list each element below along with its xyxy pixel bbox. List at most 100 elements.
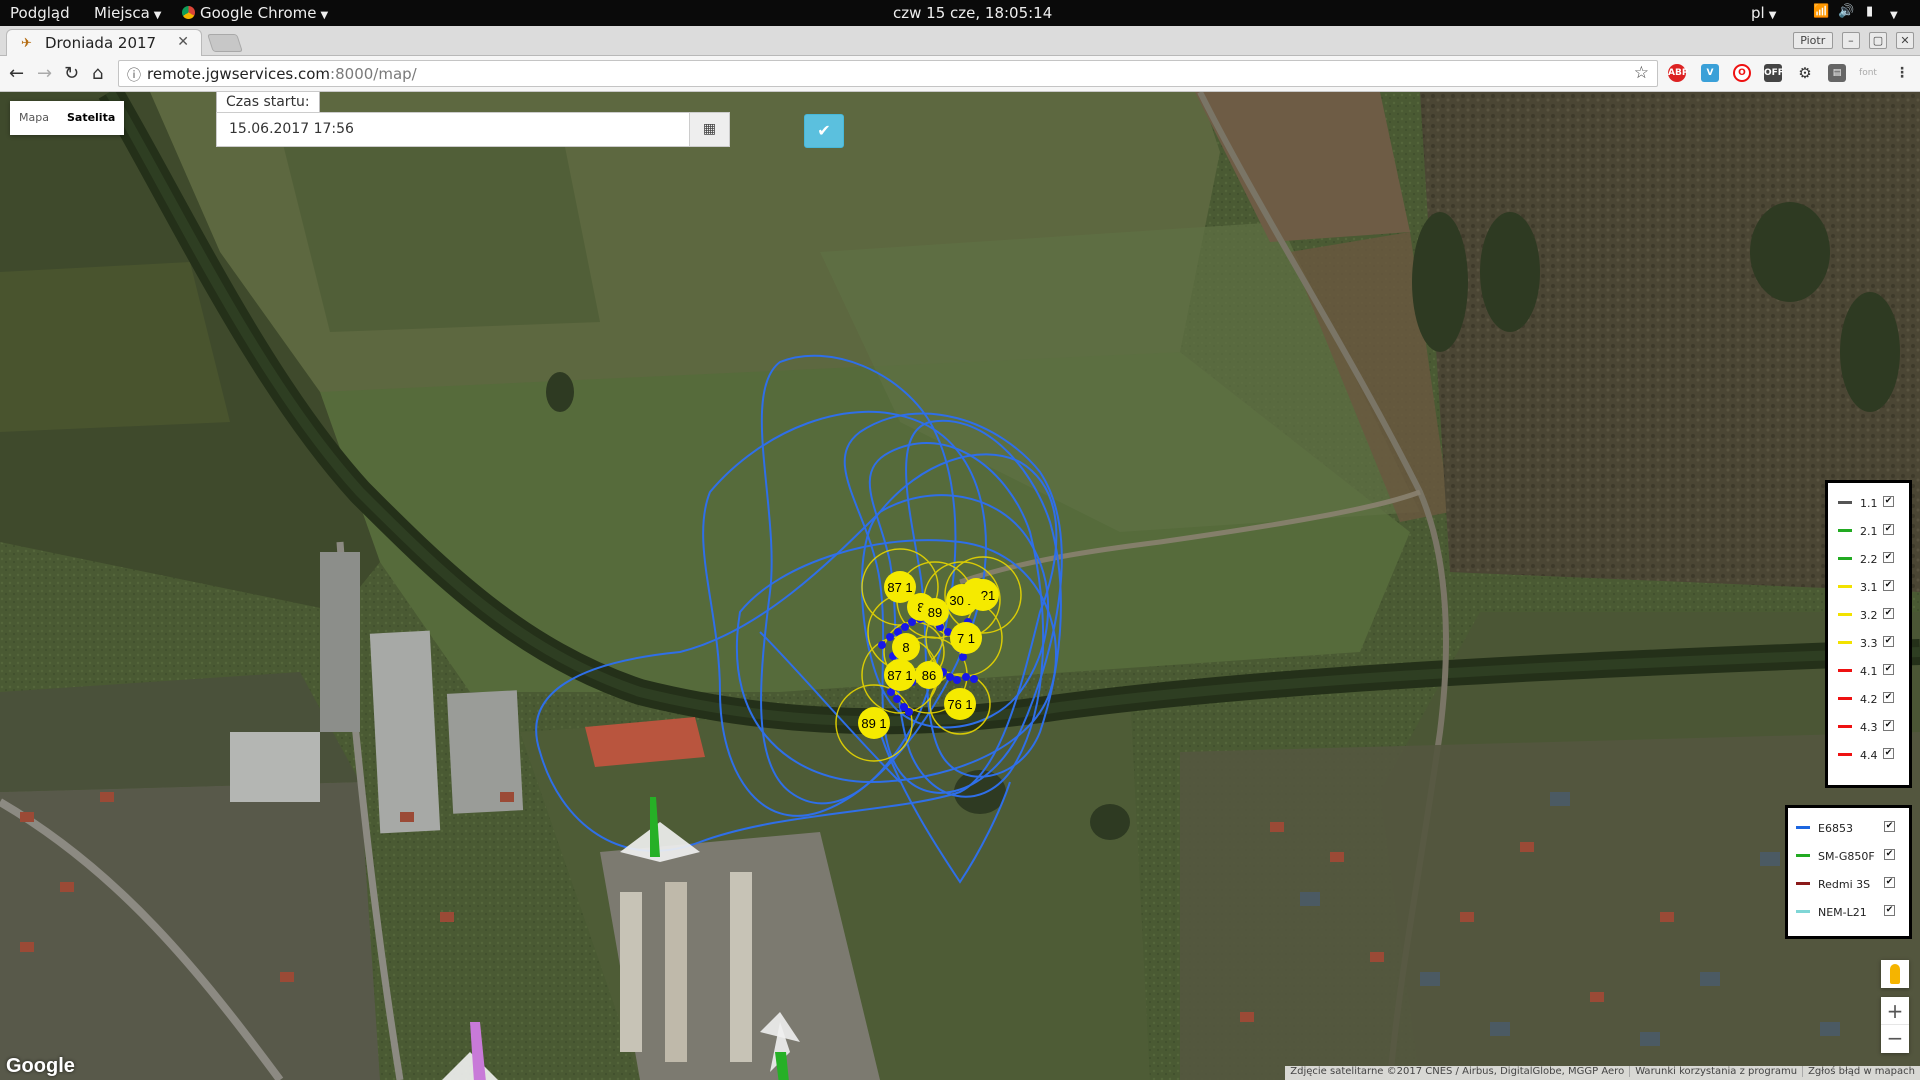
flight-track (535, 453, 1058, 852)
drone-color-swatch (1838, 753, 1852, 756)
device-row: SM-G850F ✔ (1788, 842, 1909, 870)
zoom-in-button[interactable]: + (1881, 997, 1909, 1025)
drone-marker-label: 87 1 (887, 668, 912, 683)
system-top-bar: Podgląd Miejsca ▼ Google Chrome ▼ czw 15 c… (0, 0, 1920, 26)
adblock-icon[interactable]: ABP (1668, 64, 1688, 82)
settings-gear-icon[interactable]: ⚙ (1796, 64, 1814, 82)
map-type-satelita-button[interactable]: Satelita (58, 101, 124, 135)
drone-label: 3.1 (1860, 581, 1878, 594)
activities-button[interactable]: Podgląd (10, 4, 70, 22)
map-type-mapa-button[interactable]: Mapa (10, 101, 58, 135)
profile-button[interactable]: Piotr (1792, 32, 1833, 49)
drone-color-swatch (1838, 557, 1852, 560)
bookmark-star-icon[interactable]: ☆ (1634, 63, 1649, 83)
drone-marker-label: 87 1 (887, 580, 912, 595)
v-extension-icon[interactable]: V (1701, 64, 1719, 82)
drone-label: 2.2 (1860, 553, 1878, 566)
places-label: Miejsca (94, 4, 150, 22)
volume-icon[interactable]: 🔊 (1838, 4, 1854, 19)
zoom-out-button[interactable]: − (1881, 1025, 1909, 1053)
chrome-menu-icon[interactable]: ⋮ (1893, 64, 1911, 82)
confirm-button[interactable]: ✔ (804, 114, 844, 148)
map-canvas[interactable]: 87 1 8 89 30 1 3? ?1 87 1 86 76 1 89 1 7… (0, 92, 1920, 1080)
report-error-link[interactable]: Zgłoś błąd w mapach (1802, 1066, 1920, 1077)
wifi-icon[interactable]: 📶 (1813, 4, 1829, 19)
close-window-icon[interactable]: ✕ (1896, 32, 1914, 49)
drone-marker[interactable]: 76 1 (944, 688, 976, 720)
chevron-down-icon: ▼ (320, 10, 329, 21)
drone-marker[interactable]: 7 1 (950, 622, 982, 654)
maximize-icon[interactable]: ▢ (1868, 32, 1887, 49)
grid-extension-icon[interactable]: ▤ (1828, 64, 1846, 82)
clock[interactable]: czw 15 cze, 18:05:14 (893, 4, 1052, 22)
device-color-swatch (1796, 910, 1810, 913)
font-extension-icon[interactable]: font (1859, 64, 1877, 82)
drone-checkbox[interactable]: ✔ (1883, 692, 1894, 703)
app-menu[interactable]: Google Chrome ▼ (182, 4, 328, 22)
close-icon[interactable]: ✕ (177, 34, 189, 50)
back-arrow-icon[interactable]: ← (9, 63, 24, 84)
places-menu[interactable]: Miejsca ▼ (94, 4, 161, 22)
drone-row: 3.2 ✔ (1828, 601, 1909, 629)
drone-marker[interactable]: ?1 (967, 579, 999, 611)
tab-droniada[interactable]: ✈ Droniada 2017 ✕ (6, 29, 202, 57)
battery-icon[interactable]: ▮ (1866, 4, 1873, 19)
drone-marker[interactable]: 86 (915, 661, 943, 689)
device-checkbox[interactable]: ✔ (1884, 877, 1895, 888)
drone-marker[interactable]: 89 (921, 598, 949, 626)
new-tab-button[interactable] (207, 34, 243, 52)
system-menu[interactable]: ▼ (1886, 4, 1898, 22)
drone-marker-label: 7 1 (957, 631, 975, 646)
drone-row: 4.1 ✔ (1828, 657, 1909, 685)
device-checkbox[interactable]: ✔ (1884, 905, 1895, 916)
drone-checkbox[interactable]: ✔ (1883, 720, 1894, 731)
drone-color-swatch (1838, 697, 1852, 700)
drone-marker[interactable]: 89 1 (858, 707, 890, 739)
drone-marker[interactable]: 8 (892, 633, 920, 661)
drone-color-swatch (1838, 725, 1852, 728)
reload-icon[interactable]: ↻ (64, 63, 79, 84)
chevron-down-icon: ▼ (1768, 10, 1777, 21)
tab-strip: ✈ Droniada 2017 ✕ Piotr – ▢ ✕ (0, 26, 1920, 57)
drone-marker-label: 89 1 (861, 716, 886, 731)
device-checkbox[interactable]: ✔ (1884, 821, 1895, 832)
device-color-swatch (1796, 826, 1810, 829)
home-icon[interactable]: ⌂ (92, 63, 103, 84)
language-indicator[interactable]: pl ▼ (1751, 4, 1776, 22)
device-checkbox[interactable]: ✔ (1884, 849, 1895, 860)
info-icon[interactable]: ⓘ (127, 65, 141, 85)
drone-checkbox[interactable]: ✔ (1883, 496, 1894, 507)
street-view-pegman[interactable] (1881, 960, 1909, 988)
drone-checkbox[interactable]: ✔ (1883, 608, 1894, 619)
start-time-input[interactable]: 15.06.2017 17:56 ▦ (216, 112, 730, 147)
chrome-icon (182, 6, 195, 19)
calendar-icon[interactable]: ▦ (689, 113, 729, 146)
start-time-label: Czas startu: (216, 92, 320, 112)
map-type-control: Mapa Satelita (10, 101, 125, 135)
drone-checkbox[interactable]: ✔ (1883, 524, 1894, 535)
drone-checkbox[interactable]: ✔ (1883, 552, 1894, 563)
drone-checkbox[interactable]: ✔ (1883, 636, 1894, 647)
drone-label: 4.3 (1860, 721, 1878, 734)
terms-link[interactable]: Warunki korzystania z programu (1629, 1066, 1803, 1077)
minimize-icon[interactable]: – (1841, 32, 1860, 49)
drone-marker[interactable]: 87 1 (884, 659, 916, 691)
drone-row: 1.1 ✔ (1828, 489, 1909, 517)
drone-row: 4.4 ✔ (1828, 741, 1909, 769)
forward-arrow-icon[interactable]: → (37, 63, 52, 84)
drone-color-swatch (1838, 669, 1852, 672)
drone-marker-label: ?1 (981, 588, 995, 603)
google-logo[interactable]: Google (6, 1055, 75, 1078)
drone-checkbox[interactable]: ✔ (1883, 664, 1894, 675)
drone-marker-label: 8 (902, 640, 909, 655)
checkmark-icon: ✔ (817, 121, 831, 140)
drone-favicon-icon: ✈ (21, 36, 32, 51)
opera-vpn-icon[interactable]: O (1733, 64, 1751, 82)
drone-marker-label: 89 (928, 605, 942, 620)
drone-checkbox[interactable]: ✔ (1883, 580, 1894, 591)
drone-row: 2.2 ✔ (1828, 545, 1909, 573)
address-bar[interactable]: ⓘ remote.jgwservices.com:8000/map/ ☆ (118, 60, 1658, 87)
off-extension-icon[interactable]: OFF (1764, 64, 1784, 82)
drone-row: 2.1 ✔ (1828, 517, 1909, 545)
drone-checkbox[interactable]: ✔ (1883, 748, 1894, 759)
